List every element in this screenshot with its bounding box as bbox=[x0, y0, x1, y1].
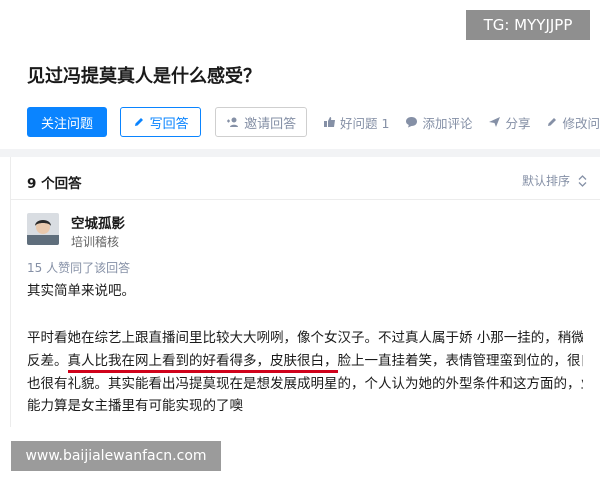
pencil-icon bbox=[134, 118, 143, 126]
share-icon bbox=[489, 117, 501, 127]
add-comment-label: 添加评论 bbox=[422, 115, 473, 131]
write-answer-button[interactable]: 写回答 bbox=[120, 107, 202, 137]
author-headline: 培训稽核 bbox=[71, 235, 120, 249]
highlighted-text: 真人比我在网上看到的好看得多，皮肤很白， bbox=[67, 352, 338, 373]
add-user-icon bbox=[227, 117, 239, 127]
answer-paragraph: 平时看她在综艺上跟直播间里比较大大咧咧，像个女汉子。不过真人属于娇 小那一挂的，… bbox=[27, 327, 583, 418]
answers-header: 9 个回答 默认排序 bbox=[27, 172, 587, 192]
answer-text: 脸上一直挂着笑，表情管理蛮到位的，很自信 bbox=[337, 352, 584, 369]
upvote-count[interactable]: 15 人赞同了该回答 bbox=[27, 259, 130, 276]
good-question-label: 好问题 1 bbox=[340, 115, 390, 131]
answer-text-line: 能力算是女主播里有可能实现的了噢 bbox=[27, 398, 243, 414]
answer-text-line: 平时看她在综艺上跟直播间里比较大大咧咧，像个女汉子。不过真人属于娇 小那一挂的，… bbox=[27, 330, 583, 346]
edit-question-button[interactable]: 修改问 bbox=[546, 113, 600, 132]
share-button[interactable]: 分享 bbox=[488, 113, 530, 132]
invite-answer-label: 邀请回答 bbox=[244, 116, 297, 132]
watermark-top: TG: MYYJJPP bbox=[466, 10, 590, 40]
answer-paragraph: 其实简单来说吧。 bbox=[27, 283, 135, 299]
sort-icon bbox=[578, 174, 587, 187]
avatar[interactable] bbox=[27, 213, 59, 245]
thumbs-up-icon bbox=[324, 117, 336, 127]
question-actions: 关注问题 写回答 邀请回答 好问题 1 添加评论 分享 修改问 bbox=[27, 107, 600, 137]
watermark-bottom: www.baijialewanfacn.com bbox=[11, 441, 221, 471]
question-title: 见过冯提莫真人是什么感受？ bbox=[27, 66, 261, 87]
sort-label: 默认排序 bbox=[521, 174, 570, 188]
answer-text: 反差。 bbox=[27, 352, 68, 369]
share-label: 分享 bbox=[505, 115, 531, 131]
section-divider bbox=[0, 149, 600, 157]
answer-count: 9 个回答 bbox=[27, 176, 82, 192]
follow-question-button[interactable]: 关注问题 bbox=[27, 107, 108, 137]
pencil-icon bbox=[548, 118, 557, 126]
header-divider bbox=[10, 199, 600, 200]
sort-dropdown[interactable]: 默认排序 bbox=[522, 172, 587, 189]
comment-icon bbox=[406, 117, 418, 128]
invite-answer-button[interactable]: 邀请回答 bbox=[215, 107, 308, 137]
good-question-button[interactable]: 好问题 1 bbox=[323, 113, 389, 132]
edit-question-label: 修改问 bbox=[562, 115, 600, 131]
write-answer-label: 写回答 bbox=[149, 116, 189, 132]
author-name[interactable]: 空城孤影 bbox=[71, 212, 125, 232]
answer-text-line: 也很有礼貌。其实能看出冯提莫现在是想发展成明星的，个人认为她的外型条件和这方面的… bbox=[27, 375, 583, 392]
answer-text-line: 反差。真人比我在网上看到的好看得多，皮肤很白，脸上一直挂着笑，表情管理蛮到位的，… bbox=[27, 350, 583, 373]
add-comment-button[interactable]: 添加评论 bbox=[405, 113, 472, 132]
